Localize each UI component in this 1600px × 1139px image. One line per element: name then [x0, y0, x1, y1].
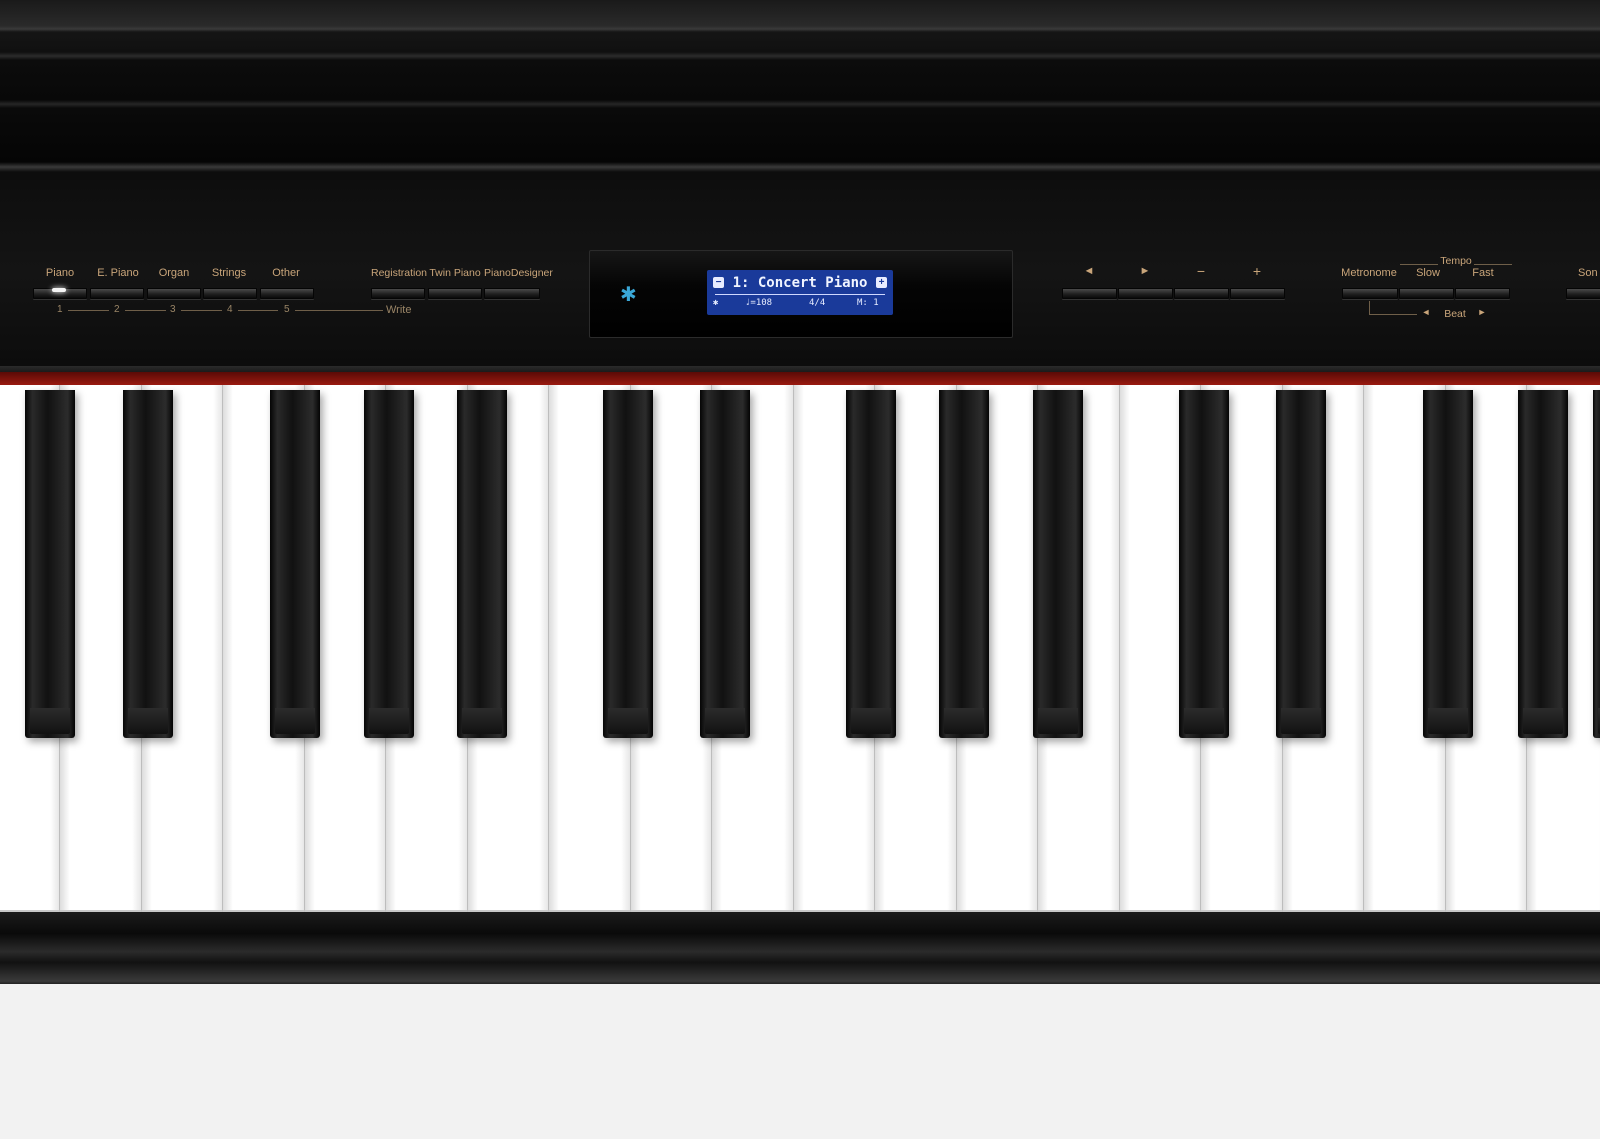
beat-label: Beat: [1444, 308, 1466, 320]
number-divider: [68, 310, 109, 311]
tone-label-strings: Strings: [211, 267, 247, 279]
cursor-right-button[interactable]: [1118, 288, 1173, 299]
song-button-partial[interactable]: [1566, 288, 1600, 299]
number-divider: [125, 310, 166, 311]
slow-label: Slow: [1416, 267, 1440, 279]
cursor-left-button[interactable]: [1062, 288, 1117, 299]
black-key[interactable]: [603, 390, 653, 738]
black-key[interactable]: [700, 390, 750, 738]
time-signature-readout: 4/4: [809, 298, 826, 308]
black-key[interactable]: [1518, 390, 1568, 738]
black-key[interactable]: [457, 390, 507, 738]
black-key[interactable]: [1033, 390, 1083, 738]
black-key[interactable]: [1276, 390, 1326, 738]
right-arrow-icon: ►: [1139, 265, 1151, 277]
black-key[interactable]: [1593, 390, 1600, 738]
tone-label-other: Other: [272, 267, 300, 279]
background: [0, 984, 1600, 1139]
number-divider: [181, 310, 222, 311]
piano-designer-label: PianoDesigner: [484, 267, 553, 279]
twin-piano-label: Twin Piano: [429, 267, 481, 279]
lcd-screen: − 1: Concert Piano + ✱ ♩=108 4/4 M: 1: [707, 270, 893, 315]
tempo-readout: ♩=108: [745, 298, 773, 308]
registration-number-4: 4: [227, 304, 233, 315]
left-arrow-icon: ◄: [1083, 265, 1095, 277]
write-label: Write: [386, 304, 412, 316]
tempo-bracket-left: [1400, 264, 1438, 265]
tempo-bracket-right: [1474, 264, 1512, 265]
black-key[interactable]: [846, 390, 896, 738]
metronome-label: Metronome: [1341, 267, 1397, 279]
registration-number-3: 3: [170, 304, 176, 315]
value-plus-button[interactable]: [1230, 288, 1285, 299]
black-key[interactable]: [25, 390, 75, 738]
bluetooth-icon: ✱: [620, 284, 637, 306]
metronome-button[interactable]: [1342, 288, 1398, 299]
number-divider: [238, 310, 278, 311]
black-key[interactable]: [1423, 390, 1473, 738]
tone-label-piano: Piano: [45, 267, 75, 279]
registration-number-2: 2: [114, 304, 120, 315]
plus-label: +: [1252, 263, 1262, 279]
lcd-divider: [715, 294, 885, 295]
twin-piano-button[interactable]: [428, 288, 482, 299]
song-label-partial: Son: [1578, 267, 1598, 279]
lcd-bluetooth-icon: ✱: [713, 298, 719, 308]
black-key[interactable]: [123, 390, 173, 738]
registration-label: Registration: [370, 267, 428, 279]
beat-right-arrow-icon: ►: [1477, 307, 1487, 317]
piano-indicator-led: [52, 288, 66, 292]
registration-number-1: 1: [57, 304, 63, 315]
piano-designer-button[interactable]: [484, 288, 540, 299]
front-rail: [0, 912, 1600, 984]
beat-bracket-vertical: [1369, 301, 1370, 314]
value-minus-button[interactable]: [1174, 288, 1229, 299]
registration-button[interactable]: [371, 288, 425, 299]
number-divider: [295, 310, 383, 311]
tone-label-e-piano: E. Piano: [97, 267, 139, 279]
tempo-fast-button[interactable]: [1455, 288, 1510, 299]
fast-label: Fast: [1472, 267, 1494, 279]
strings-button[interactable]: [203, 288, 257, 299]
plus-icon: +: [876, 277, 887, 288]
tone-label-organ: Organ: [158, 267, 190, 279]
registration-number-5: 5: [284, 304, 290, 315]
organ-button[interactable]: [147, 288, 201, 299]
beat-bracket-horizontal: [1369, 314, 1417, 315]
e-piano-button[interactable]: [90, 288, 144, 299]
black-key[interactable]: [1179, 390, 1229, 738]
other-button[interactable]: [260, 288, 314, 299]
black-key[interactable]: [270, 390, 320, 738]
beat-left-arrow-icon: ◄: [1421, 307, 1431, 317]
tone-name: 1: Concert Piano: [732, 275, 868, 291]
black-key[interactable]: [364, 390, 414, 738]
minus-label: −: [1196, 263, 1206, 279]
tempo-slow-button[interactable]: [1399, 288, 1454, 299]
tempo-label: Tempo: [1440, 255, 1472, 267]
black-key[interactable]: [939, 390, 989, 738]
measure-readout: M: 1: [857, 298, 879, 308]
